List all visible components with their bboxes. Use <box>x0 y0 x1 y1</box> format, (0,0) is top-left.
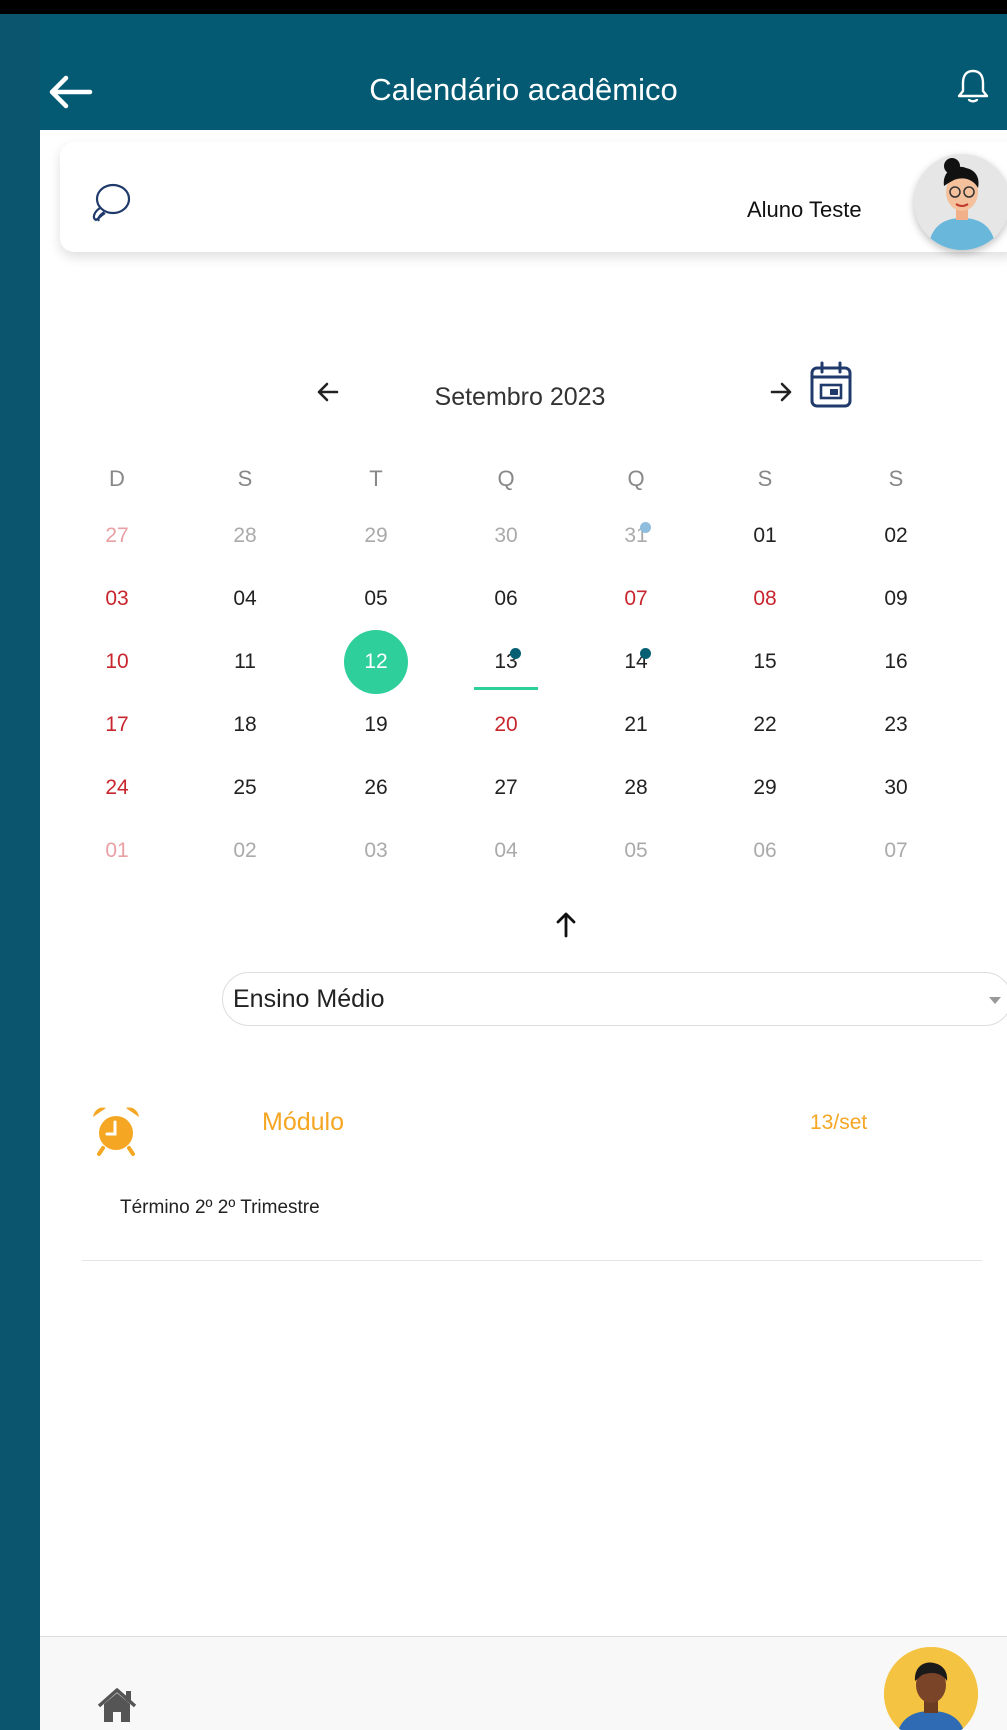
calendar-day[interactable]: 16 <box>866 642 926 682</box>
calendar-day[interactable]: 29 <box>735 768 795 808</box>
calendar-day[interactable]: 19 <box>346 705 406 745</box>
calendar-day[interactable]: 14 <box>606 642 666 682</box>
calendar-day[interactable]: 03 <box>346 831 406 871</box>
user-avatar[interactable] <box>914 154 1007 250</box>
avatar-illustration <box>884 1647 978 1730</box>
calendar-day[interactable]: 03 <box>87 579 147 619</box>
calendar-day[interactable]: 08 <box>735 579 795 619</box>
calendar-day[interactable]: 07 <box>606 579 666 619</box>
calendar-day[interactable]: 02 <box>866 516 926 556</box>
calendar-day[interactable]: 30 <box>476 516 536 556</box>
bottom-navigation <box>40 1636 1007 1730</box>
event-date: 13/set <box>810 1111 868 1134</box>
weekday-header: T <box>369 466 383 491</box>
calendar-day[interactable]: 28 <box>215 516 275 556</box>
calendar-day[interactable]: 04 <box>476 831 536 871</box>
calendar-day[interactable]: 09 <box>866 579 926 619</box>
bell-icon <box>957 69 989 103</box>
event-marker-dot <box>640 648 651 659</box>
calendar-picker-button[interactable] <box>808 360 854 410</box>
calendar-day[interactable]: 10 <box>87 642 147 682</box>
previous-month-button[interactable] <box>305 372 355 412</box>
arrow-up-icon <box>556 912 576 938</box>
notifications-button[interactable] <box>956 66 990 106</box>
weekday-header: S <box>757 466 773 491</box>
month-label: Setembro 2023 <box>434 383 606 411</box>
calendar-day[interactable]: 01 <box>87 831 147 871</box>
calendar-day[interactable]: 06 <box>476 579 536 619</box>
avatar-illustration <box>914 154 1007 250</box>
home-icon <box>97 1688 137 1722</box>
calendar-day[interactable]: 04 <box>215 579 275 619</box>
event-description: Término 2º 2º Trimestre <box>120 1197 320 1218</box>
calendar-day[interactable]: 12 <box>344 630 408 694</box>
window-frame <box>0 0 1007 14</box>
alarm-clock-icon <box>88 1102 144 1158</box>
calendar-day[interactable]: 07 <box>866 831 926 871</box>
today-indicator <box>474 687 538 690</box>
arrow-right-icon <box>770 382 792 402</box>
chat-bubbles-icon <box>92 183 131 222</box>
next-month-button[interactable] <box>756 372 806 412</box>
calendar-day[interactable]: 27 <box>476 768 536 808</box>
weekday-header: S <box>888 466 904 491</box>
calendar-day[interactable]: 20 <box>476 705 536 745</box>
event-type: Módulo <box>262 1108 344 1136</box>
event-marker-dot <box>510 648 521 659</box>
calendar-day[interactable]: 24 <box>87 768 147 808</box>
weekday-header: D <box>109 466 125 491</box>
weekday-header: S <box>237 466 253 491</box>
calendar-day[interactable]: 13 <box>476 642 536 682</box>
collapse-calendar-button[interactable] <box>546 904 586 944</box>
calendar-day[interactable]: 05 <box>346 579 406 619</box>
education-level-value: Ensino Médio <box>233 985 385 1013</box>
calendar-day[interactable]: 11 <box>215 642 275 682</box>
calendar-day[interactable]: 25 <box>215 768 275 808</box>
page-title: Calendário acadêmico <box>369 72 678 107</box>
weekday-header: Q <box>497 466 515 491</box>
calendar-day[interactable]: 31 <box>606 516 666 556</box>
profile-avatar-button[interactable] <box>884 1647 978 1730</box>
profile-card <box>60 142 1007 252</box>
weekday-header: Q <box>627 466 645 491</box>
calendar-day[interactable]: 23 <box>866 705 926 745</box>
calendar-day[interactable]: 29 <box>346 516 406 556</box>
calendar-day[interactable]: 05 <box>606 831 666 871</box>
calendar-day[interactable]: 27 <box>87 516 147 556</box>
app-screen: Calendário acadêmico Aluno Teste Setembr… <box>40 14 1007 1730</box>
calendar-day[interactable]: 01 <box>735 516 795 556</box>
calendar-day[interactable]: 21 <box>606 705 666 745</box>
arrow-left-icon <box>317 382 339 402</box>
calendar-day[interactable]: 18 <box>215 705 275 745</box>
calendar-day[interactable]: 17 <box>87 705 147 745</box>
education-level-select[interactable]: Ensino Médio <box>222 972 1007 1026</box>
event-marker-dot <box>640 522 651 533</box>
calendar-day[interactable]: 06 <box>735 831 795 871</box>
calendar-day[interactable]: 28 <box>606 768 666 808</box>
calendar-day[interactable]: 30 <box>866 768 926 808</box>
divider <box>82 1260 982 1261</box>
calendar-day[interactable]: 15 <box>735 642 795 682</box>
home-button[interactable] <box>96 1686 138 1726</box>
calendar-day[interactable]: 22 <box>735 705 795 745</box>
calendar-day[interactable]: 02 <box>215 831 275 871</box>
user-name: Aluno Teste <box>747 197 862 222</box>
dropdown-caret-icon <box>989 997 1001 1004</box>
chat-button[interactable] <box>88 180 134 226</box>
calendar-icon <box>810 361 852 408</box>
calendar-day[interactable]: 26 <box>346 768 406 808</box>
